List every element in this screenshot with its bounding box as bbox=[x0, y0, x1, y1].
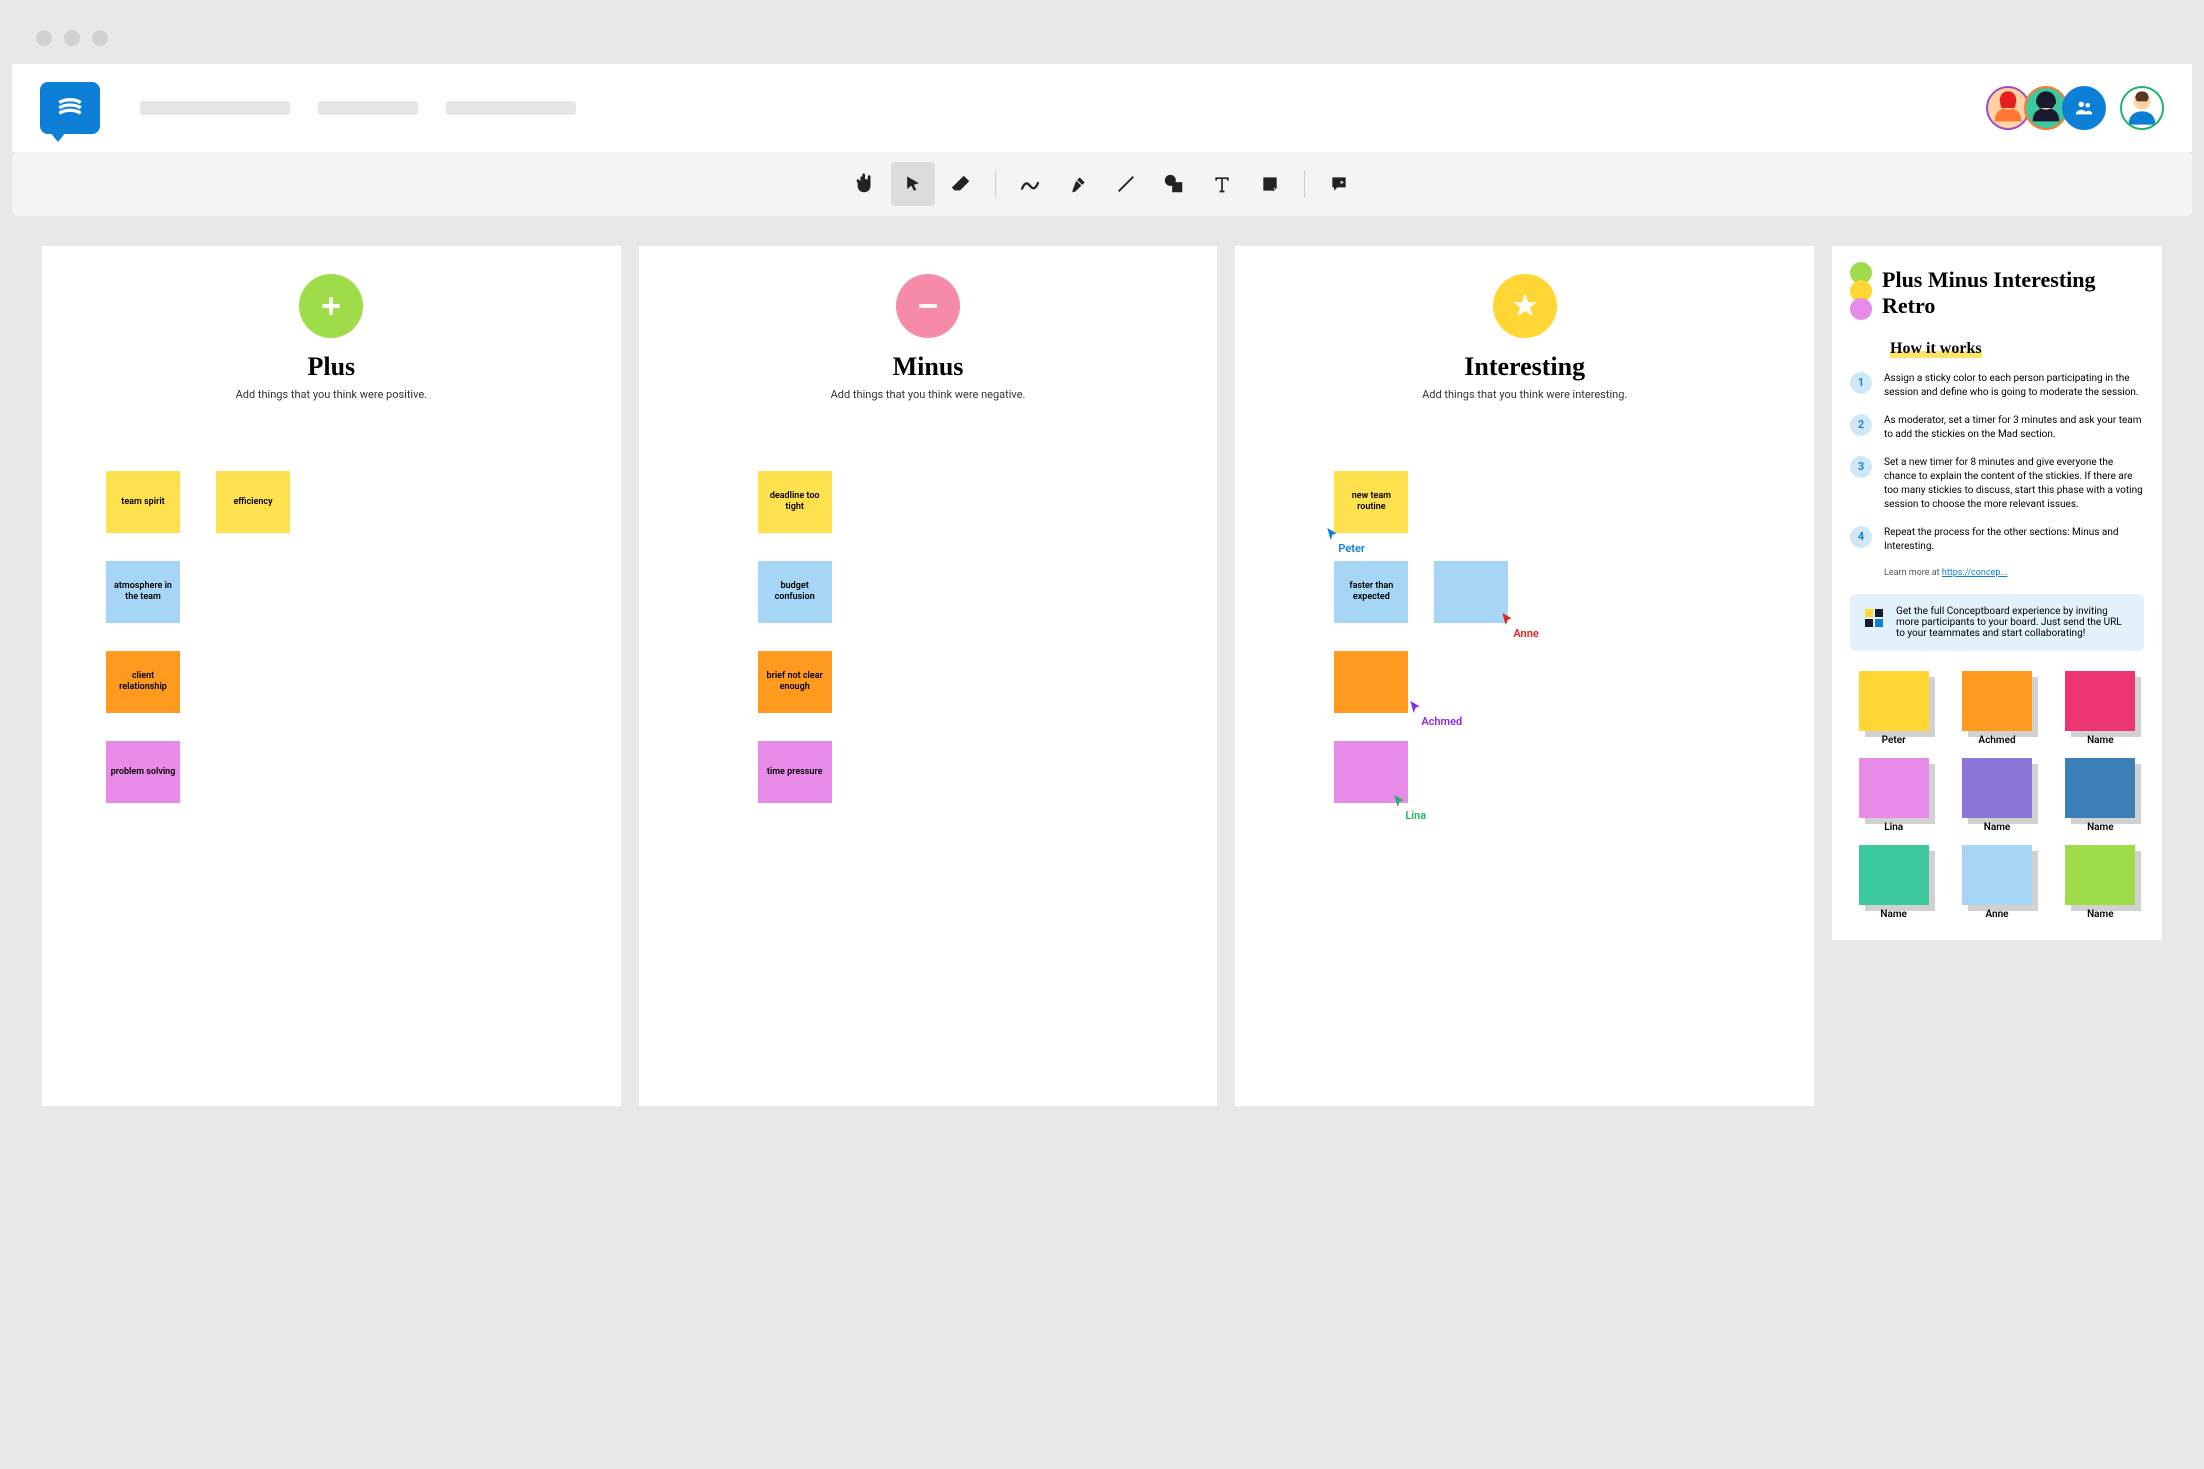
header-nav-placeholders bbox=[140, 101, 576, 115]
share-button[interactable] bbox=[2062, 86, 2106, 130]
sticky-note[interactable]: efficiency bbox=[216, 471, 290, 533]
stickies-area[interactable]: team spirit efficiency atmosphere in the t… bbox=[66, 441, 597, 991]
column-title: Interesting bbox=[1259, 352, 1790, 382]
line-tool-icon[interactable] bbox=[1104, 162, 1148, 206]
nav-placeholder bbox=[446, 101, 576, 115]
star-icon bbox=[1493, 274, 1557, 338]
panel-title: Plus Minus Interesting Retro bbox=[1882, 267, 2144, 320]
step-number: 3 bbox=[1850, 456, 1872, 478]
browser-chrome bbox=[12, 12, 2192, 64]
stickies-area[interactable]: new team routine faster than expected Pete… bbox=[1259, 441, 1790, 991]
toolbar-divider bbox=[1304, 171, 1305, 197]
step-text: Repeat the process for the other section… bbox=[1884, 526, 2144, 554]
sticky-note[interactable]: atmosphere in the team bbox=[106, 561, 180, 623]
step-text: Set a new timer for 8 minutes and give e… bbox=[1884, 456, 2144, 512]
nav-placeholder bbox=[318, 101, 418, 115]
collaborator-avatars bbox=[1992, 86, 2164, 130]
sticky-note[interactable]: brief not clear enough bbox=[758, 651, 832, 713]
collaborator-cursor: Peter bbox=[1324, 526, 1364, 555]
color-swatch[interactable]: Lina bbox=[1850, 758, 1937, 833]
plus-icon bbox=[299, 274, 363, 338]
window-dot bbox=[64, 30, 80, 46]
text-tool-icon[interactable] bbox=[1200, 162, 1244, 206]
sticky-note[interactable]: team spirit bbox=[106, 471, 180, 533]
comment-tool-icon[interactable] bbox=[1317, 162, 1361, 206]
info-text: Get the full Conceptboard experience by … bbox=[1896, 606, 2132, 639]
minus-column: Minus Add things that you think were neg… bbox=[639, 246, 1218, 1106]
color-swatch[interactable]: Name bbox=[2057, 845, 2144, 920]
side-panel: Plus Minus Interesting Retro How it work… bbox=[1832, 246, 2162, 940]
color-swatch[interactable]: Name bbox=[2057, 758, 2144, 833]
how-step: 3 Set a new timer for 8 minutes and give … bbox=[1850, 456, 2144, 512]
learn-more-link[interactable]: https://concep... bbox=[1942, 568, 2008, 578]
step-number: 1 bbox=[1850, 372, 1872, 394]
sticky-note[interactable]: client relationship bbox=[106, 651, 180, 713]
minus-icon bbox=[896, 274, 960, 338]
how-step: 2 As moderator, set a timer for 3 minutes… bbox=[1850, 414, 2144, 442]
step-text: As moderator, set a timer for 3 minutes … bbox=[1884, 414, 2144, 442]
color-swatch[interactable]: Anne bbox=[1953, 845, 2040, 920]
conceptboard-icon bbox=[1862, 606, 1886, 630]
column-subtitle: Add things that you think were negative. bbox=[663, 388, 1194, 401]
column-subtitle: Add things that you think were positive. bbox=[66, 388, 597, 401]
color-swatch[interactable]: Peter bbox=[1850, 671, 1937, 746]
eraser-tool-icon[interactable] bbox=[939, 162, 983, 206]
column-subtitle: Add things that you think were interesti… bbox=[1259, 388, 1790, 401]
shape-tool-icon[interactable] bbox=[1152, 162, 1196, 206]
sticky-note[interactable] bbox=[1334, 651, 1408, 713]
sticky-note[interactable]: budget confusion bbox=[758, 561, 832, 623]
color-swatches: PeterAchmedNameLinaNameNameNameAnneName bbox=[1850, 671, 2144, 920]
pen-tool-icon[interactable] bbox=[1008, 162, 1052, 206]
column-title: Plus bbox=[66, 352, 597, 382]
marker-tool-icon[interactable] bbox=[1056, 162, 1100, 206]
collaborator-cursor: Anne bbox=[1499, 611, 1538, 640]
color-swatch[interactable]: Name bbox=[1850, 845, 1937, 920]
sticky-note[interactable]: faster than expected bbox=[1334, 561, 1408, 623]
sticky-note[interactable]: problem solving bbox=[106, 741, 180, 803]
interesting-column: Interesting Add things that you think we… bbox=[1235, 246, 1814, 1106]
nav-placeholder bbox=[140, 101, 290, 115]
collaborator-cursor: Achmed bbox=[1407, 699, 1462, 728]
toolbar bbox=[12, 152, 2192, 216]
color-swatch[interactable]: Achmed bbox=[1953, 671, 2040, 746]
info-callout: Get the full Conceptboard experience by … bbox=[1850, 594, 2144, 651]
stickies-area[interactable]: deadline too tight budget confusion brief … bbox=[663, 441, 1194, 991]
sticky-note[interactable]: new team routine bbox=[1334, 471, 1408, 533]
toolbar-divider bbox=[995, 171, 996, 197]
sticky-note[interactable] bbox=[1434, 561, 1508, 623]
app-header bbox=[12, 64, 2192, 152]
column-title: Minus bbox=[663, 352, 1194, 382]
how-heading: How it works bbox=[1890, 340, 1982, 358]
plus-column: Plus Add things that you think were posi… bbox=[42, 246, 621, 1106]
color-swatch[interactable]: Name bbox=[2057, 671, 2144, 746]
sticky-note[interactable]: deadline too tight bbox=[758, 471, 832, 533]
step-number: 4 bbox=[1850, 526, 1872, 548]
canvas[interactable]: Plus Add things that you think were posi… bbox=[12, 216, 2192, 1136]
window-dot bbox=[92, 30, 108, 46]
learn-more-text: Learn more at https://concep... bbox=[1884, 568, 2144, 578]
app-logo[interactable] bbox=[40, 82, 100, 134]
collaborator-cursor: Lina bbox=[1391, 793, 1426, 822]
user-avatar[interactable] bbox=[2120, 86, 2164, 130]
how-step: 1 Assign a sticky color to each person pa… bbox=[1850, 372, 2144, 400]
window-dot bbox=[36, 30, 52, 46]
how-step: 4 Repeat the process for the other sectio… bbox=[1850, 526, 2144, 554]
step-text: Assign a sticky color to each person par… bbox=[1884, 372, 2144, 400]
hand-tool-icon[interactable] bbox=[843, 162, 887, 206]
step-number: 2 bbox=[1850, 414, 1872, 436]
sticky-tool-icon[interactable] bbox=[1248, 162, 1292, 206]
title-dots bbox=[1850, 266, 1872, 320]
color-swatch[interactable]: Name bbox=[1953, 758, 2040, 833]
sticky-note[interactable]: time pressure bbox=[758, 741, 832, 803]
pointer-tool-icon[interactable] bbox=[891, 162, 935, 206]
